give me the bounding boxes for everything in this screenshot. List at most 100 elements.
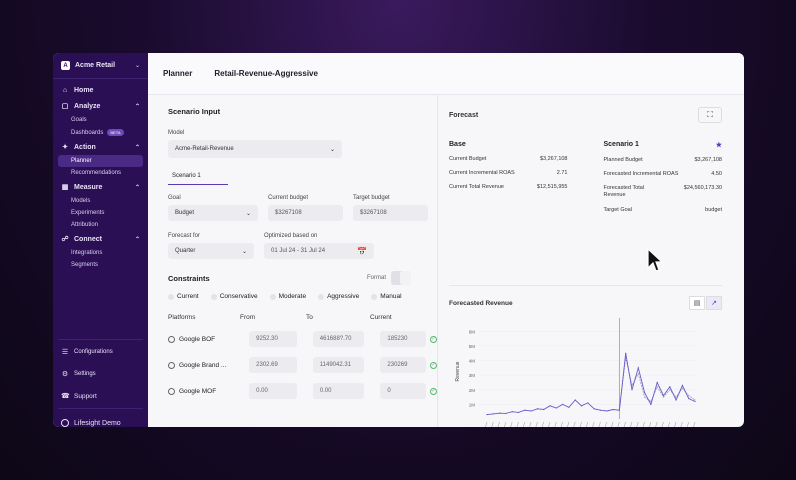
data-point [643,392,646,394]
y-tick-label: 3M [469,373,476,378]
beta-badge: BETA [107,129,124,136]
from-input[interactable]: 2302.69 [249,357,297,373]
col-current: Current [370,314,392,321]
data-point [505,412,507,415]
radio-manual[interactable]: Manual [371,293,402,300]
from-input[interactable]: 0.00 [249,383,297,399]
page-title: Planner [163,69,193,78]
sidebar-item-analyze[interactable]: ▢ Analyze ⌃ [58,98,143,114]
measure-icon: ▦ [61,184,69,191]
kv-row: Current Budget $3,267,108 [449,156,568,162]
data-point [555,407,557,409]
data-point [688,397,690,400]
to-input[interactable]: 1149042.31 [312,357,365,373]
topbar: Planner Retail-Revenue-Aggressive [148,53,744,95]
from-input[interactable]: 9252.30 [249,331,297,347]
base-title: Base [449,141,466,148]
data-point [517,411,520,414]
chart-view-icon[interactable]: ↗ [706,296,722,310]
current-budget-field[interactable]: $3267108 [268,205,343,221]
sidebar-item-settings[interactable]: ⚙ Settings [58,366,143,382]
brand-logo-icon: A [61,61,70,70]
x-tick-mark [579,421,582,427]
row-radio[interactable] [168,335,175,343]
current-input[interactable]: 0 [380,383,427,399]
sidebar-item-dashboards[interactable]: Dashboards BETA [58,126,143,139]
user-menu[interactable]: Lifesight Demo [58,413,143,427]
to-input[interactable]: 461688?.70 [312,331,365,347]
data-point [587,402,589,404]
optimized-label: Optimized based on [264,233,318,239]
x-tick-mark [686,421,689,427]
data-point [643,396,646,398]
tab-scenario-1[interactable]: Scenario 1 [168,170,228,185]
forecast-chart-card: Forecasted Revenue ▤ ↗ 6M 5M 4M 3M 2M 1M Reven… [449,285,722,427]
radio-moderate[interactable]: Moderate [269,293,306,300]
current-input[interactable]: 185230 [380,331,427,347]
data-point [662,396,665,398]
data-point [625,352,627,354]
sidebar-item-support[interactable]: ☎ Support [58,388,143,404]
connect-icon: ☍ [61,236,69,243]
avatar [61,419,69,427]
sidebar-item-planner[interactable]: Planner [58,155,143,167]
home-icon: ⌂ [62,87,68,94]
radio-current[interactable]: Current [168,293,199,300]
data-point [688,395,690,397]
col-platforms: Platforms [168,314,196,321]
row-radio[interactable] [168,387,175,395]
sidebar-item-action[interactable]: ✦ Action ⌃ [58,139,143,155]
radio-aggressive[interactable]: Aggressive [318,293,359,300]
data-point [574,399,576,401]
data-point [549,405,551,407]
table-view-icon[interactable]: ▤ [689,296,705,310]
sidebar: A Acme Retail ⌄ ⌂ Home ▢ Analyze ⌃ Goals Da… [53,53,148,427]
chevron-up-icon: ⌃ [134,103,140,110]
date-range-picker[interactable]: 01 Jul 24 - 31 Jul 24 📅 [264,243,374,259]
kv-row: Target Goal budget [603,206,723,213]
data-point [681,384,683,386]
star-icon[interactable]: ★ [716,141,722,149]
radio-conservative[interactable]: Conservative [210,293,258,300]
sidebar-item-recommendations[interactable]: Recommendations [58,167,143,179]
sidebar-item-segments[interactable]: Segments [58,259,143,271]
target-budget-field[interactable]: $3267108 [353,205,428,221]
platform-row: Google BOF 9252.30 461688?.70 185230 ✓ [168,331,438,347]
scenario-title: Scenario 1 [603,141,639,148]
sidebar-item-attribution[interactable]: Attribution [58,219,143,231]
data-point [637,373,639,375]
col-from: From [240,314,256,321]
x-tick-mark [648,421,652,427]
sidebar-item-measure[interactable]: ▦ Measure ⌃ [58,179,143,195]
goal-select[interactable]: Budget ⌄ [168,205,258,221]
format-toggle[interactable] [391,271,411,285]
x-tick-mark [522,421,526,427]
chevron-up-icon: ⌃ [134,144,140,151]
sidebar-item-experiments[interactable]: Experiments [58,207,143,219]
data-point [580,405,583,407]
current-input[interactable]: 230269 [380,357,427,373]
data-point [637,367,639,369]
sidebar-item-models[interactable]: Models [58,195,143,207]
forecast-for-select[interactable]: Quarter ⌄ [168,243,254,259]
kv-row: Current Total Revenue $12,515,955 [449,184,568,191]
sidebar-item-home[interactable]: ⌂ Home [58,83,143,98]
data-point [669,386,671,388]
expand-icon[interactable]: ⛶ [698,107,722,123]
row-radio[interactable] [168,361,175,369]
model-label: Model [168,130,185,136]
x-tick-mark [510,421,513,427]
org-switcher[interactable]: A Acme Retail ⌄ [53,59,148,79]
forecast-title: Forecast [449,111,479,119]
sidebar-item-connect[interactable]: ☍ Connect ⌃ [58,231,143,247]
sidebar-item-integrations[interactable]: Integrations [58,247,143,259]
x-tick-mark [617,421,620,427]
data-point [662,395,665,397]
sidebar-item-configurations[interactable]: ☰ Configurations [58,344,143,360]
sidebar-item-goals[interactable]: Goals [58,114,143,126]
model-select[interactable]: Acme-Retail-Revenue ⌄ [168,140,342,158]
x-tick-mark [636,421,639,427]
target-budget-label: Target budget [353,195,390,201]
data-point [530,410,532,412]
to-input[interactable]: 0.00 [312,383,365,399]
